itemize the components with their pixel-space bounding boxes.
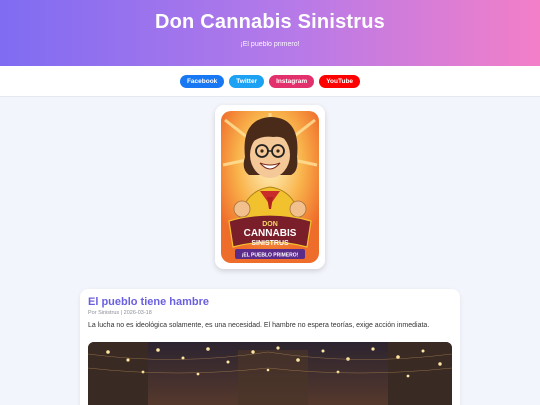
avatar-badge-line2: CANNABIS bbox=[244, 228, 297, 239]
post-image bbox=[88, 342, 452, 405]
post-meta: Por Sinistrus | 2026-03-18 bbox=[88, 310, 152, 316]
site-tagline: ¡El pueblo primero! bbox=[240, 41, 300, 48]
site-title: Don Cannabis Sinistrus bbox=[155, 11, 385, 33]
site-header: Don Cannabis Sinistrus ¡El pueblo primer… bbox=[0, 0, 540, 66]
post-excerpt: La lucha no es ideológica solamente, es … bbox=[88, 322, 430, 329]
profile-avatar-illustration: DON CANNABIS SINISTRUS ¡EL PUEBLO PRIMER… bbox=[215, 105, 325, 269]
street-lights-photo bbox=[88, 342, 452, 405]
blog-post-card: El pueblo tiene hambre Por Sinistrus | 2… bbox=[80, 289, 460, 405]
avatar-badge-line3: SINISTRUS bbox=[251, 240, 289, 247]
youtube-button[interactable]: YouTube bbox=[319, 74, 361, 88]
profile-avatar-card: DON CANNABIS SINISTRUS ¡EL PUEBLO PRIMER… bbox=[215, 105, 325, 269]
post-title[interactable]: El pueblo tiene hambre bbox=[88, 296, 209, 308]
avatar-badge-line1: DON bbox=[262, 221, 278, 228]
social-links-bar: Facebook Twitter Instagram YouTube bbox=[0, 66, 540, 97]
facebook-button[interactable]: Facebook bbox=[179, 74, 225, 88]
avatar-ribbon: ¡EL PUEBLO PRIMERO! bbox=[242, 253, 299, 259]
twitter-button[interactable]: Twitter bbox=[229, 74, 265, 88]
instagram-button[interactable]: Instagram bbox=[269, 74, 315, 88]
